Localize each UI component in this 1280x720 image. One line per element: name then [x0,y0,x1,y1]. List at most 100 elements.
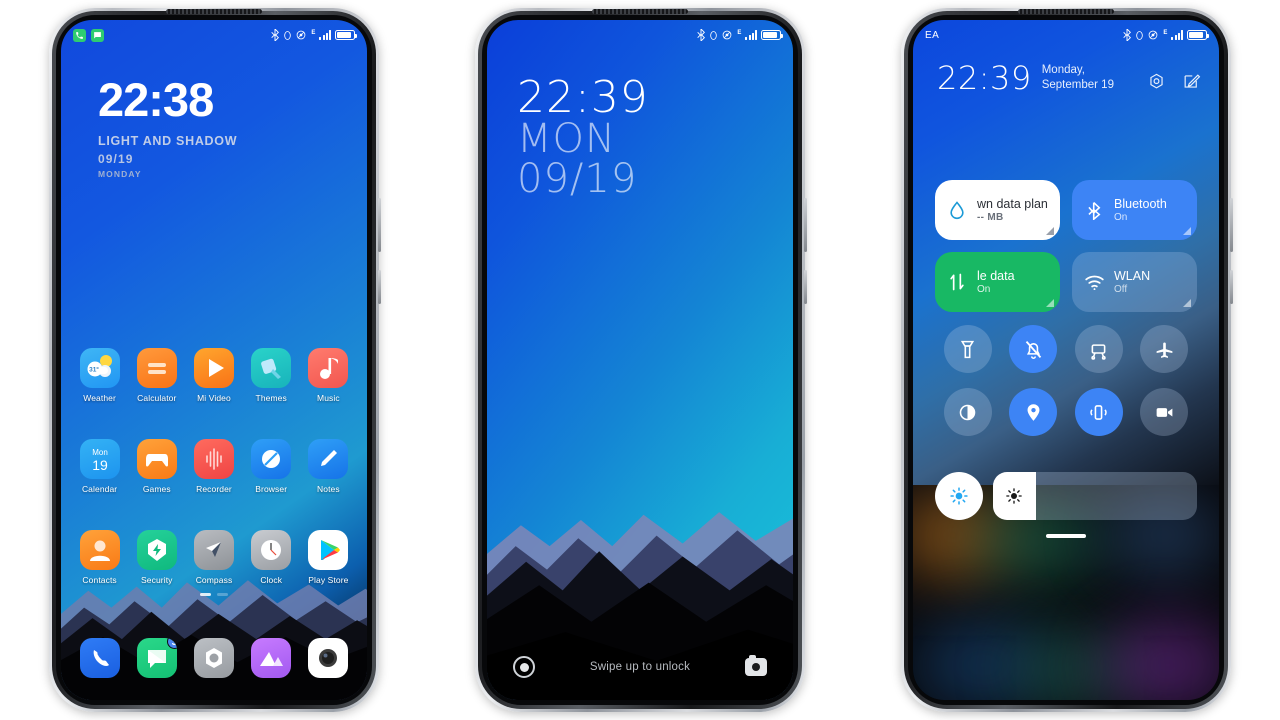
volume-button[interactable] [804,198,807,252]
data-drop-icon [946,200,968,220]
tile-title: le data [977,269,1015,283]
screen-home[interactable]: E 22:38 LIGHT AND SHADOW 09/19 MONDAY 31… [61,20,367,700]
volume-button[interactable] [378,198,381,252]
app-label: Security [141,575,173,585]
power-button[interactable] [378,270,381,304]
calculator-icon [136,348,177,388]
battery-icon [335,30,357,40]
screen-recorder-icon[interactable] [1140,388,1189,436]
analog-clock-icon [251,530,292,570]
flashlight-icon[interactable] [943,325,992,373]
pencil-icon [308,439,349,479]
dock-gallery[interactable] [243,638,300,678]
location-pin-icon[interactable] [1009,388,1058,436]
dock-settings[interactable] [185,638,242,678]
status-notifications [73,28,104,42]
tile-data-plan[interactable]: wn data plan -- MB [935,180,1060,240]
brightness-slider[interactable] [993,472,1197,520]
tile-expand-corner[interactable] [1183,227,1191,235]
app-label: Themes [255,393,287,403]
tile-subtitle: Off [1114,284,1128,295]
app-weather[interactable]: 31° Weather [71,348,128,403]
quick-setting-tiles: wn data plan -- MB Bluetooth On le data … [935,180,1197,312]
signal-icon [745,30,757,40]
shade-drag-handle[interactable] [1046,534,1086,538]
phone-handset-icon [79,638,120,678]
dock: 3 [71,638,357,678]
status-icons: E [1123,29,1209,41]
camera-icon[interactable] [744,655,767,676]
shade-date: Monday, September 19 [1041,64,1114,91]
app-security[interactable]: Security [128,530,185,585]
dock-phone[interactable] [71,638,128,678]
status-bar: E [487,20,793,46]
tile-bluetooth[interactable]: Bluetooth On [1072,180,1197,240]
power-button[interactable] [804,270,807,304]
app-compass[interactable]: Compass [185,530,242,585]
status-bar: E [61,20,367,46]
edit-icon[interactable] [1182,72,1201,91]
volume-button[interactable] [1230,198,1233,252]
tile-expand-corner[interactable] [1046,227,1054,235]
app-label: Browser [255,484,288,494]
app-mi-video[interactable]: Mi Video [185,348,242,403]
alarm-icon [1136,30,1144,40]
tile-expand-corner[interactable] [1046,299,1054,307]
camera-lens-icon [308,638,349,678]
page-dot-active[interactable] [200,593,211,596]
page-dot[interactable] [217,593,228,596]
tile-mobile-data[interactable]: le data On [935,252,1060,312]
battery-icon [761,30,783,40]
shade-time: 22:39 [937,59,1032,97]
mobile-data-arrows-icon [946,272,968,292]
alarm-icon [710,30,718,40]
app-notes[interactable]: Notes [300,439,357,494]
app-contacts[interactable]: Contacts [71,530,128,585]
network-type-label: E [1163,29,1168,36]
app-clock[interactable]: Clock [243,530,300,585]
fingerprint-unlock-icon[interactable] [513,656,535,678]
dock-messaging[interactable]: 3 [128,638,185,678]
auto-brightness-icon[interactable] [935,472,983,520]
app-label: Recorder [196,484,232,494]
home-clock-widget[interactable]: 22:38 LIGHT AND SHADOW 09/19 MONDAY [98,76,237,179]
power-button[interactable] [1230,270,1233,304]
music-note-icon [308,348,349,388]
app-recorder[interactable]: Recorder [185,439,242,494]
page-indicator[interactable] [61,593,367,596]
phone-lock-screen: E 22:39 MON 09/19 Swipe up to unlock [475,8,807,712]
dark-mode-icon[interactable] [943,388,992,436]
app-calculator[interactable]: Calculator [128,348,185,403]
status-bar: EA E [913,20,1219,46]
svg-text:19: 19 [92,457,108,473]
app-games[interactable]: Games [128,439,185,494]
bluetooth-icon [697,29,706,41]
app-music[interactable]: Music [300,348,357,403]
tile-wlan[interactable]: WLAN Off [1072,252,1197,312]
tile-expand-corner[interactable] [1183,299,1191,307]
quick-toggles [935,325,1197,436]
brightness-slider-fill [993,472,1036,520]
app-play-store[interactable]: Play Store [300,530,357,585]
settings-gear-icon[interactable] [1147,72,1166,91]
phone-icon [73,28,86,42]
phone-notification-shade: EA E 22:39 Monday, September 19 wn data … [901,8,1233,712]
screen-lock[interactable]: E 22:39 MON 09/19 Swipe up to unlock [487,20,793,700]
vibrate-icon[interactable] [1074,388,1123,436]
silent-bell-off-icon[interactable] [1009,325,1058,373]
app-calendar[interactable]: Mon 19 Calendar [71,439,128,494]
screen-shade[interactable]: EA E 22:39 Monday, September 19 wn data … [913,20,1219,700]
gallery-mountain-icon [251,638,292,678]
app-label: Weather [83,393,116,403]
shade-actions [1147,72,1201,91]
bluetooth-icon [271,29,280,41]
screenshot-icon[interactable] [1074,325,1123,373]
app-browser[interactable]: Browser [243,439,300,494]
video-play-icon [193,348,234,388]
person-icon [79,530,120,570]
shade-header: 22:39 Monday, September 19 [937,62,1201,94]
tile-subtitle: On [1114,212,1128,223]
app-themes[interactable]: Themes [243,348,300,403]
dock-camera[interactable] [300,638,357,678]
airplane-mode-icon[interactable] [1140,325,1189,373]
